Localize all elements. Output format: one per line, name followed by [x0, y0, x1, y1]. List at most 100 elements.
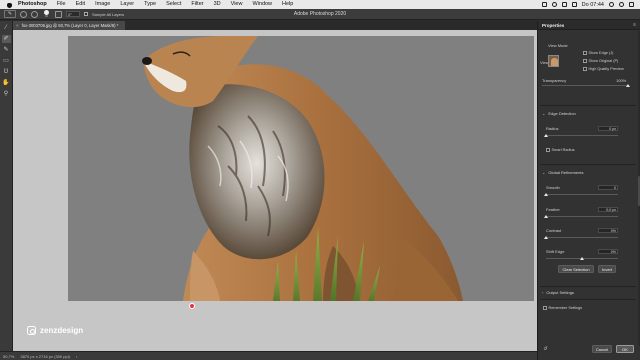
edge-detection-section[interactable]: ⌄ Edge Detection [538, 109, 638, 117]
menu-3d[interactable]: 3D [209, 0, 226, 9]
show-edge-checkbox[interactable] [583, 51, 587, 55]
tool-preset-picker[interactable]: ✎ [4, 10, 16, 18]
shift-edge-value[interactable]: 0% [598, 249, 618, 254]
close-tab-icon[interactable]: × [16, 23, 19, 28]
contrast-slider[interactable] [546, 237, 618, 238]
remember-settings-checkbox[interactable] [543, 306, 547, 310]
menu-clock[interactable]: Do 07:44 [582, 2, 604, 8]
feather-value[interactable]: 0,0 px [598, 207, 618, 212]
shift-edge-slider-thumb[interactable] [580, 257, 584, 260]
show-original-checkbox[interactable] [583, 59, 587, 63]
transparency-slider-thumb[interactable] [626, 84, 630, 87]
document-canvas[interactable] [68, 36, 534, 301]
list-icon[interactable] [629, 2, 634, 7]
reset-icon[interactable]: ↺ [543, 347, 548, 352]
macos-menu-bar: Photoshop File Edit Image Layer Type Sel… [0, 0, 640, 9]
contrast-value[interactable]: 0% [598, 228, 618, 233]
brush-size-value: 30 [44, 14, 49, 18]
menu-file[interactable]: File [52, 0, 71, 9]
show-edge-label: Show Edge (J) [588, 51, 614, 55]
divider [540, 299, 636, 300]
global-refinements-title: Global Refinements [548, 169, 584, 175]
transparency-slider[interactable] [542, 85, 628, 86]
high-quality-preview-option[interactable]: High Quality Preview [583, 67, 624, 71]
spotlight-icon[interactable] [609, 2, 614, 7]
object-selection-tool-icon[interactable]: ▭ [2, 57, 11, 65]
siri-icon[interactable] [619, 2, 624, 7]
menu-window[interactable]: Window [247, 0, 277, 9]
panel-menu-icon[interactable]: ≡ [633, 22, 636, 28]
watermark: zenzdesign [27, 326, 83, 335]
zoom-level[interactable]: 50,7% [3, 354, 14, 359]
wifi-icon[interactable] [551, 2, 557, 7]
brush-add-icon[interactable] [20, 10, 27, 18]
menu-app-name[interactable]: Photoshop [18, 0, 52, 9]
sample-all-layers-checkbox[interactable] [84, 12, 88, 16]
battery-icon[interactable] [571, 2, 577, 7]
cancel-button[interactable]: Cancel [592, 345, 612, 353]
invert-button[interactable]: Invert [598, 265, 616, 273]
show-original-option[interactable]: Show Original (P) [583, 59, 618, 63]
radius-slider[interactable] [546, 135, 618, 136]
remember-settings-label: Remember Settings [548, 306, 583, 310]
angle-field[interactable]: 0° [66, 11, 80, 17]
radius-value[interactable]: 0 px [598, 126, 618, 131]
chevron-right-icon: › [542, 289, 544, 295]
options-bar: ✎ 30 0° Sample All Layers Adobe Photosho… [0, 9, 640, 20]
chevron-down-icon: ⌄ [542, 169, 546, 175]
smooth-value[interactable]: 0 [598, 185, 618, 190]
menu-view[interactable]: View [226, 0, 248, 9]
show-edge-option[interactable]: Show Edge (J) [583, 51, 613, 55]
angle-icon [55, 10, 62, 18]
smart-radius-label: Smart Radius [551, 148, 575, 152]
status-menu-arrow[interactable]: › [76, 354, 77, 359]
document-tab[interactable]: × fox-3003706.jpg @ 50,7% (Layer 0, Laye… [13, 21, 125, 30]
brush-size-picker[interactable]: 30 [42, 10, 51, 19]
smooth-slider[interactable] [546, 194, 618, 195]
high-quality-preview-checkbox[interactable] [583, 67, 587, 71]
volume-icon[interactable] [561, 2, 567, 7]
menu-filter[interactable]: Filter [186, 0, 208, 9]
view-mode-thumbnail[interactable] [548, 55, 559, 67]
menu-image[interactable]: Image [90, 0, 115, 9]
brush-subtract-icon[interactable] [31, 10, 38, 18]
global-refinements-section[interactable]: ⌄ Global Refinements [538, 168, 638, 176]
transparency-value[interactable]: 100% [616, 78, 626, 83]
divider [540, 286, 636, 287]
menu-layer[interactable]: Layer [115, 0, 139, 9]
transparency-label: Transparency [542, 78, 567, 83]
menu-help[interactable]: Help [277, 0, 298, 9]
radius-row: Radius 0 px [538, 126, 638, 140]
watermark-text: zenzdesign [40, 326, 84, 335]
feather-slider[interactable] [546, 216, 618, 217]
menu-select[interactable]: Select [161, 0, 186, 9]
menu-edit[interactable]: Edit [71, 0, 90, 9]
smooth-slider-thumb[interactable] [544, 193, 548, 196]
quick-selection-tool-icon[interactable]: ⁄ [2, 24, 11, 32]
refine-edge-brush-tool-icon[interactable]: ✐ [1, 35, 11, 43]
dropbox-icon[interactable] [541, 2, 547, 7]
smart-radius-option[interactable]: Smart Radius [546, 148, 575, 152]
contrast-row: Contrast 0% [538, 228, 638, 242]
document-tab-strip: × fox-3003706.jpg @ 50,7% (Layer 0, Laye… [13, 21, 537, 30]
smart-radius-checkbox[interactable] [546, 148, 550, 152]
edge-detection-title: Edge Detection [548, 110, 576, 116]
menu-type[interactable]: Type [139, 0, 161, 9]
canvas-area[interactable]: zenzdesign [13, 30, 537, 351]
ok-button[interactable]: OK [616, 345, 634, 353]
lasso-tool-icon[interactable]: ᕫ [2, 68, 11, 76]
view-mode-label: View Mode [548, 43, 568, 48]
divider [540, 164, 636, 165]
contrast-slider-thumb[interactable] [544, 236, 548, 239]
properties-title[interactable]: Properties [542, 23, 564, 28]
zoom-tool-icon[interactable]: ⚲ [2, 90, 11, 98]
feather-slider-thumb[interactable] [544, 215, 548, 218]
radius-slider-thumb[interactable] [544, 134, 548, 137]
remember-settings-option[interactable]: Remember Settings [543, 306, 582, 310]
brush-tool-icon[interactable]: ✎ [2, 46, 11, 54]
clear-selection-button[interactable]: Clear Selection [558, 265, 594, 273]
apple-icon[interactable] [6, 2, 12, 8]
fox-image [142, 36, 463, 301]
hand-tool-icon[interactable]: ✋ [2, 79, 11, 87]
output-settings-section[interactable]: › Output Settings [538, 288, 638, 296]
